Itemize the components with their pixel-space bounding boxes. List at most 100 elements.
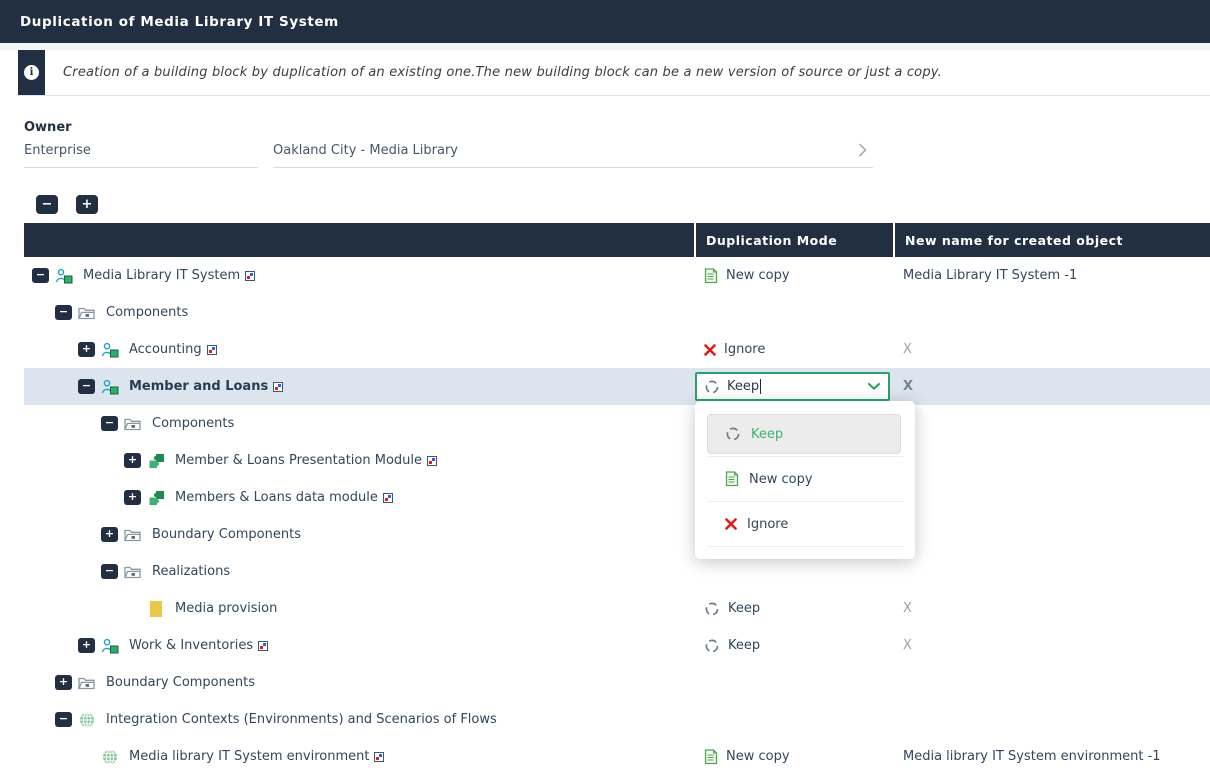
no-name-placeholder: X <box>903 342 912 357</box>
chevron-right-icon[interactable] <box>859 143 867 157</box>
duplication-mode-cell[interactable]: New copy <box>694 738 893 775</box>
module-icon <box>147 453 165 469</box>
ignore-icon <box>704 344 716 356</box>
table-row[interactable]: + Work & Inventories Keep X <box>24 627 1210 664</box>
folder-icon <box>124 528 142 542</box>
new-name-cell <box>893 405 1210 442</box>
duplication-mode-cell: Keep <box>694 368 893 405</box>
expander-spacer <box>78 749 95 764</box>
tree-node-label: Components <box>106 305 188 320</box>
duplication-mode-cell <box>694 701 893 738</box>
collapse-toggle[interactable]: − <box>32 268 49 283</box>
owner-section: Owner Enterprise Oakland City - Media Li… <box>24 120 1210 168</box>
new-name-cell: X <box>893 590 1210 627</box>
keep-icon <box>704 601 720 617</box>
new-name-cell <box>893 664 1210 701</box>
it-system-icon <box>101 638 119 654</box>
table-row[interactable]: + Boundary Components <box>24 516 1210 553</box>
tree-node-label: Realizations <box>152 564 230 579</box>
duplication-mode-cell[interactable]: New copy <box>694 257 893 294</box>
keep-icon <box>704 379 720 395</box>
collapse-toggle[interactable]: − <box>55 305 72 320</box>
keep-icon <box>704 638 720 654</box>
folder-icon <box>78 306 96 320</box>
owner-value-field[interactable]: Oakland City - Media Library <box>273 143 873 168</box>
expand-toggle[interactable]: + <box>124 453 141 468</box>
dropdown-option-new-copy[interactable]: New copy <box>707 459 901 499</box>
table-row[interactable]: − Media Library IT System New copy Media… <box>24 257 1210 294</box>
info-icon: i <box>24 65 39 80</box>
new-copy-icon <box>704 268 718 284</box>
table-row[interactable]: − Integration Contexts (Environments) an… <box>24 701 1210 738</box>
diagram-badge-icon <box>383 493 393 503</box>
table-row[interactable]: − Realizations <box>24 553 1210 590</box>
text-caret <box>760 379 761 394</box>
new-name-cell: X <box>893 479 1210 516</box>
owner-type-field: Enterprise <box>24 143 258 168</box>
new-name-cell: X <box>893 627 1210 664</box>
table-row[interactable]: Media provision Keep X <box>24 590 1210 627</box>
divider <box>707 456 903 457</box>
diagram-badge-icon <box>245 271 255 281</box>
new-name-cell <box>893 294 1210 331</box>
info-banner-text: Creation of a building block by duplicat… <box>45 50 1210 95</box>
combobox-value: Keep <box>727 379 759 394</box>
collapse-all-button[interactable]: − <box>36 195 58 214</box>
collapse-toggle[interactable]: − <box>101 416 118 431</box>
folder-icon <box>124 417 142 431</box>
new-name-cell <box>893 553 1210 590</box>
dropdown-option-keep[interactable]: Keep <box>707 414 901 454</box>
tree-node-label: Boundary Components <box>152 527 301 542</box>
tree-node-label: Media provision <box>175 601 277 616</box>
ignore-icon <box>725 518 737 530</box>
no-name-placeholder: X <box>903 601 912 616</box>
folder-icon <box>78 676 96 690</box>
tree-toolbar: − + <box>36 195 1210 214</box>
table-row-selected[interactable]: − Member and Loans Keep X <box>24 368 1210 405</box>
chevron-down-icon[interactable] <box>868 383 880 390</box>
duplication-mode-cell[interactable]: Ignore <box>694 331 893 368</box>
expand-toggle[interactable]: + <box>78 342 95 357</box>
new-name-cell <box>893 516 1210 553</box>
collapse-toggle[interactable]: − <box>55 712 72 727</box>
new-name-cell: X <box>893 442 1210 479</box>
tree-node-label: Work & Inventories <box>129 638 253 653</box>
tree-node-label: Member and Loans <box>129 379 268 394</box>
new-name-cell: X <box>893 331 1210 368</box>
deliverable-icon <box>147 601 165 617</box>
table-row[interactable]: + Member & Loans Presentation Module X <box>24 442 1210 479</box>
column-header-duplication-mode: Duplication Mode <box>694 223 893 257</box>
column-header-tree <box>24 223 694 257</box>
duplication-mode-cell[interactable]: Keep <box>694 590 893 627</box>
duplication-mode-cell[interactable]: Keep <box>694 627 893 664</box>
duplication-mode-dropdown: Keep New copy Ignore <box>695 401 915 559</box>
info-banner-icon-box: i <box>18 50 45 95</box>
expand-all-button[interactable]: + <box>76 195 98 214</box>
dropdown-option-ignore[interactable]: Ignore <box>707 504 901 544</box>
it-system-icon <box>55 268 73 284</box>
expand-toggle[interactable]: + <box>55 675 72 690</box>
expand-toggle[interactable]: + <box>124 490 141 505</box>
new-name-cell <box>893 701 1210 738</box>
collapse-toggle[interactable]: − <box>101 564 118 579</box>
table-row[interactable]: − Components <box>24 294 1210 331</box>
table-row[interactable]: + Members & Loans data module X <box>24 479 1210 516</box>
table-header: Duplication Mode New name for created ob… <box>24 223 1210 257</box>
duplication-table: Duplication Mode New name for created ob… <box>24 223 1210 775</box>
spacer <box>0 43 1210 50</box>
tree-node-label: Media Library IT System <box>83 268 240 283</box>
new-copy-icon <box>704 749 718 765</box>
collapse-toggle[interactable]: − <box>78 379 95 394</box>
diagram-badge-icon <box>427 456 437 466</box>
table-row[interactable]: − Components <box>24 405 1210 442</box>
expand-toggle[interactable]: + <box>78 638 95 653</box>
keep-icon <box>725 426 741 442</box>
no-name-placeholder: X <box>903 638 912 653</box>
table-row[interactable]: + Boundary Components <box>24 664 1210 701</box>
no-name-placeholder: X <box>903 379 913 394</box>
expand-toggle[interactable]: + <box>101 527 118 542</box>
table-row[interactable]: + Accounting Ignore X <box>24 331 1210 368</box>
table-row[interactable]: Media library IT System environment New … <box>24 738 1210 775</box>
duplication-mode-combobox[interactable]: Keep <box>695 372 890 401</box>
window-title-bar: Duplication of Media Library IT System <box>0 0 1210 43</box>
